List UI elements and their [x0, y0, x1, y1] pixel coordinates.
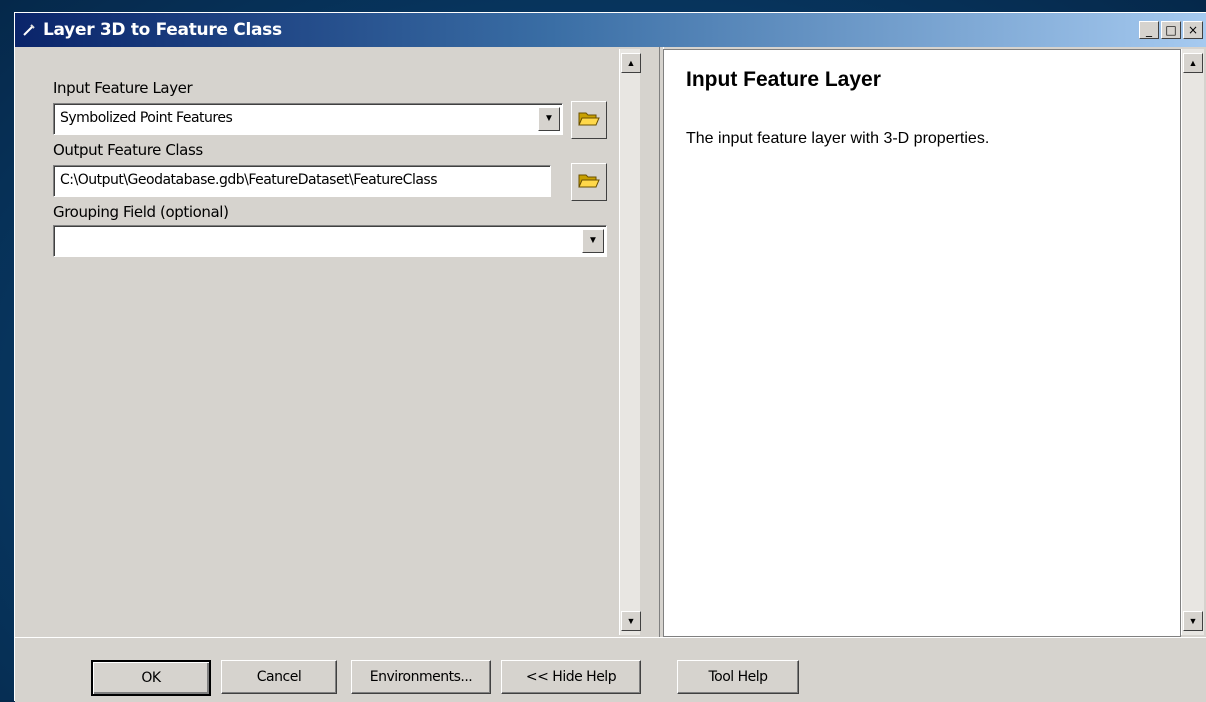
- parameters-pane: Input Feature Layer Symbolized Point Fea…: [15, 47, 637, 637]
- parameters-scrollbar[interactable]: ▲ ▼: [619, 49, 641, 635]
- open-folder-icon: [578, 109, 600, 132]
- tool-help-button[interactable]: Tool Help: [677, 660, 799, 694]
- browse-input-button[interactable]: [571, 101, 607, 139]
- environments-button[interactable]: Environments...: [351, 660, 491, 694]
- ok-button[interactable]: OK: [91, 660, 211, 696]
- chevron-down-icon[interactable]: ▼: [582, 229, 604, 253]
- hide-help-button[interactable]: << Hide Help: [501, 660, 641, 694]
- scroll-up-icon[interactable]: ▲: [621, 53, 641, 73]
- output-feature-class-label: Output Feature Class: [53, 141, 203, 159]
- maximize-button[interactable]: □: [1161, 21, 1181, 39]
- window-title: Layer 3D to Feature Class: [43, 20, 282, 40]
- close-button[interactable]: ×: [1183, 21, 1203, 39]
- help-title: Input Feature Layer: [686, 68, 881, 91]
- output-feature-class-value: C:\Output\Geodatabase.gdb\FeatureDataset…: [60, 172, 438, 188]
- help-description: The input feature layer with 3-D propert…: [686, 130, 990, 147]
- open-folder-icon: [578, 171, 600, 194]
- tool-dialog-window: Layer 3D to Feature Class _ □ × Input Fe…: [14, 12, 1206, 702]
- window-controls: _ □ ×: [1139, 21, 1203, 39]
- chevron-down-icon[interactable]: ▼: [538, 107, 560, 131]
- tool-icon: [21, 22, 37, 38]
- input-feature-layer-combo[interactable]: Symbolized Point Features ▼: [53, 103, 563, 135]
- help-scrollbar[interactable]: ▲ ▼: [1181, 49, 1204, 635]
- scroll-down-icon[interactable]: ▼: [1183, 611, 1203, 631]
- browse-output-button[interactable]: [571, 163, 607, 201]
- grouping-field-combo[interactable]: ▼: [53, 225, 607, 257]
- minimize-button[interactable]: _: [1139, 21, 1159, 39]
- output-feature-class-input[interactable]: C:\Output\Geodatabase.gdb\FeatureDataset…: [53, 165, 551, 197]
- title-bar[interactable]: Layer 3D to Feature Class _ □ ×: [15, 13, 1206, 47]
- scroll-up-icon[interactable]: ▲: [1183, 53, 1203, 73]
- input-feature-layer-value: Symbolized Point Features: [60, 110, 233, 126]
- grouping-field-label: Grouping Field (optional): [53, 203, 229, 221]
- cancel-button[interactable]: Cancel: [221, 660, 337, 694]
- help-pane: Input Feature Layer The input feature la…: [663, 49, 1181, 637]
- button-bar: OK Cancel Environments... << Hide Help T…: [15, 637, 1206, 702]
- scroll-down-icon[interactable]: ▼: [621, 611, 641, 631]
- input-feature-layer-label: Input Feature Layer: [53, 79, 193, 97]
